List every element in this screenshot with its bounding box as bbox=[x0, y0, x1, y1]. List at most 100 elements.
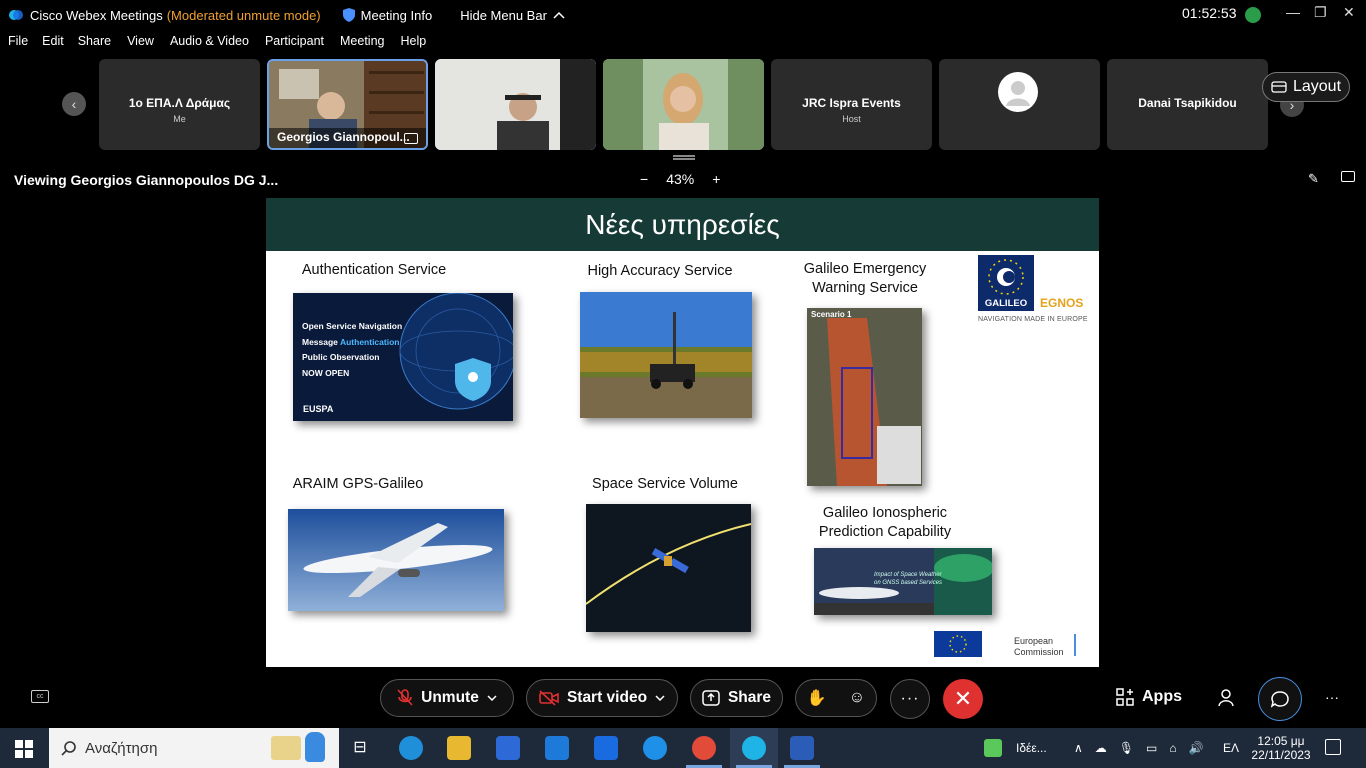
onedrive-icon[interactable]: ☁ bbox=[1095, 741, 1107, 755]
menu-share[interactable]: Share bbox=[78, 34, 111, 54]
unmute-button[interactable]: Unmute bbox=[380, 679, 514, 717]
meeting-clock: 01:52:53 bbox=[1182, 5, 1237, 21]
start-video-button[interactable]: Start video bbox=[526, 679, 678, 717]
battery-icon[interactable]: ▭ bbox=[1146, 741, 1157, 755]
share-label: Share bbox=[727, 689, 772, 706]
participant-tile-video[interactable]: Georgios Giannopoul... bbox=[267, 59, 428, 150]
chevron-down-icon[interactable] bbox=[655, 695, 665, 701]
taskbar-clock[interactable]: 12:05 μμ 22/11/2023 bbox=[1251, 728, 1311, 768]
reaction-icon[interactable]: ☺ bbox=[849, 689, 865, 707]
high-accuracy-image bbox=[580, 292, 752, 418]
menu-help[interactable]: Help bbox=[400, 34, 426, 54]
chevron-up-icon[interactable]: ∧ bbox=[1074, 741, 1083, 755]
zoom-in-icon[interactable]: + bbox=[712, 171, 720, 187]
windows-start-icon[interactable] bbox=[15, 740, 33, 758]
layout-label: Layout bbox=[1292, 78, 1342, 95]
participant-tile[interactable]: Danai Tsapikidou bbox=[1107, 59, 1268, 150]
windows-taskbar: Αναζήτηση ⊟ Ιδέε... ∧ ☁ 🎙 ▭ ⌂ 🔊 ΕΛ 12:05… bbox=[0, 728, 1366, 768]
european-commission-text: European Commission bbox=[1014, 636, 1064, 657]
participant-strip: ‹ 1ο ΕΠΑ.Λ Δράμας Me Georgios Giannopoul… bbox=[0, 59, 1366, 151]
network-icon[interactable]: ⌂ bbox=[1169, 741, 1176, 755]
menu-file[interactable]: File bbox=[8, 34, 28, 54]
meeting-info-button[interactable]: Meeting Info bbox=[342, 7, 433, 23]
taskbar-time: 12:05 μμ bbox=[1257, 734, 1305, 748]
participant-tile[interactable] bbox=[939, 59, 1100, 150]
webex-taskbar-icon[interactable] bbox=[742, 736, 766, 760]
restore-icon[interactable]: ❐ bbox=[1314, 4, 1327, 21]
avatar bbox=[998, 72, 1038, 112]
emergency-warning-image: Scenario 1 bbox=[807, 308, 922, 486]
notifications-icon[interactable] bbox=[1325, 739, 1341, 755]
minimize-icon[interactable]: — bbox=[1286, 4, 1300, 20]
ideas-widget[interactable]: Ιδέε... bbox=[984, 728, 1047, 768]
galileo-text: GALILEO bbox=[984, 298, 1028, 309]
chevron-down-icon[interactable] bbox=[487, 695, 497, 701]
volume-icon[interactable]: 🔊 bbox=[1189, 741, 1204, 755]
microsoft-store-icon[interactable] bbox=[496, 736, 520, 760]
share-button[interactable]: Share bbox=[690, 679, 783, 717]
caption-emergency-warning: Galileo Emergency Warning Service bbox=[803, 261, 927, 296]
chat-button[interactable] bbox=[1258, 677, 1302, 721]
ideas-icon bbox=[984, 739, 1002, 757]
chevron-up-icon bbox=[553, 11, 565, 19]
menu-view[interactable]: View bbox=[127, 34, 154, 54]
more-panels-icon[interactable]: ··· bbox=[1325, 689, 1339, 705]
title-bar: Cisco Webex Meetings (Moderated unmute m… bbox=[0, 0, 1366, 30]
search-bottle-icon bbox=[305, 732, 325, 762]
participant-name: Danai Tsapikidou bbox=[1138, 96, 1237, 110]
viewing-label: Viewing Georgios Giannopoulos DG J... bbox=[14, 172, 279, 188]
leave-meeting-button[interactable]: ✕ bbox=[943, 679, 983, 719]
layout-button[interactable]: Layout bbox=[1262, 72, 1350, 102]
microphone-icon[interactable]: 🎙 bbox=[1119, 741, 1134, 755]
authentication-image: Open Service Navigation Message Authenti… bbox=[293, 293, 513, 421]
more-options-button[interactable]: ··· bbox=[890, 679, 930, 719]
participant-role: Me bbox=[173, 114, 186, 124]
participant-tile[interactable]: 1ο ΕΠΑ.Λ Δράμας Me bbox=[99, 59, 260, 150]
file-explorer-icon[interactable] bbox=[447, 736, 471, 760]
scenario-label: Scenario 1 bbox=[811, 310, 852, 319]
dropbox-icon[interactable] bbox=[594, 736, 618, 760]
chevron-left-icon[interactable]: ‹ bbox=[62, 92, 86, 116]
share-screen-icon bbox=[404, 133, 418, 144]
menu-meeting[interactable]: Meeting bbox=[340, 34, 384, 54]
authentication-text: Open Service Navigation Message Authenti… bbox=[302, 321, 403, 378]
chat-icon bbox=[1271, 691, 1289, 708]
meeting-info-label: Meeting Info bbox=[360, 7, 433, 23]
language-indicator[interactable]: ΕΛ bbox=[1223, 728, 1239, 768]
start-video-label: Start video bbox=[566, 689, 648, 706]
menu-audio-video[interactable]: Audio & Video bbox=[170, 34, 249, 54]
close-icon[interactable]: ✕ bbox=[1343, 4, 1355, 21]
internet-explorer-icon[interactable] bbox=[643, 736, 667, 760]
annotate-icon[interactable]: ✎ bbox=[1308, 171, 1319, 187]
participant-name: JRC Ispra Events bbox=[802, 96, 901, 110]
raise-hand-icon[interactable]: ✋ bbox=[807, 688, 827, 708]
participant-tile-video[interactable] bbox=[435, 59, 596, 150]
layout-icon bbox=[1271, 81, 1287, 93]
popout-icon[interactable] bbox=[1341, 171, 1355, 182]
view-bar: Viewing Georgios Giannopoulos DG J... − … bbox=[0, 168, 1366, 190]
participants-icon[interactable] bbox=[1218, 689, 1238, 707]
mail-icon[interactable] bbox=[545, 736, 569, 760]
edge-icon[interactable] bbox=[399, 736, 423, 760]
network-stats-icon[interactable] bbox=[1245, 7, 1261, 23]
participant-tile-video[interactable] bbox=[603, 59, 764, 150]
zoom-out-icon[interactable]: − bbox=[640, 171, 648, 187]
space-service-image bbox=[586, 504, 751, 632]
strip-resize-handle[interactable] bbox=[673, 155, 695, 160]
taskbar-search[interactable]: Αναζήτηση bbox=[49, 728, 339, 768]
hide-menu-bar-button[interactable]: Hide Menu Bar bbox=[460, 8, 565, 23]
caption-authentication: Authentication Service bbox=[301, 262, 447, 278]
menu-edit[interactable]: Edit bbox=[42, 34, 64, 54]
taskbar-date: 22/11/2023 bbox=[1251, 748, 1311, 762]
menu-participant[interactable]: Participant bbox=[265, 34, 324, 54]
chrome-icon[interactable] bbox=[692, 736, 716, 760]
shield-icon bbox=[342, 8, 355, 22]
task-view-icon[interactable]: ⊟ bbox=[348, 736, 372, 760]
participant-tile[interactable]: JRC Ispra Events Host bbox=[771, 59, 932, 150]
captions-icon[interactable]: cc bbox=[31, 690, 49, 703]
galileo-emblem-icon bbox=[988, 259, 1024, 295]
shared-content: Νέες υπηρεσίες Authentication Service Hi… bbox=[266, 198, 1099, 667]
word-icon[interactable] bbox=[790, 736, 814, 760]
caption-high-accuracy: High Accuracy Service bbox=[587, 263, 733, 279]
apps-button[interactable]: Apps bbox=[1116, 688, 1182, 706]
